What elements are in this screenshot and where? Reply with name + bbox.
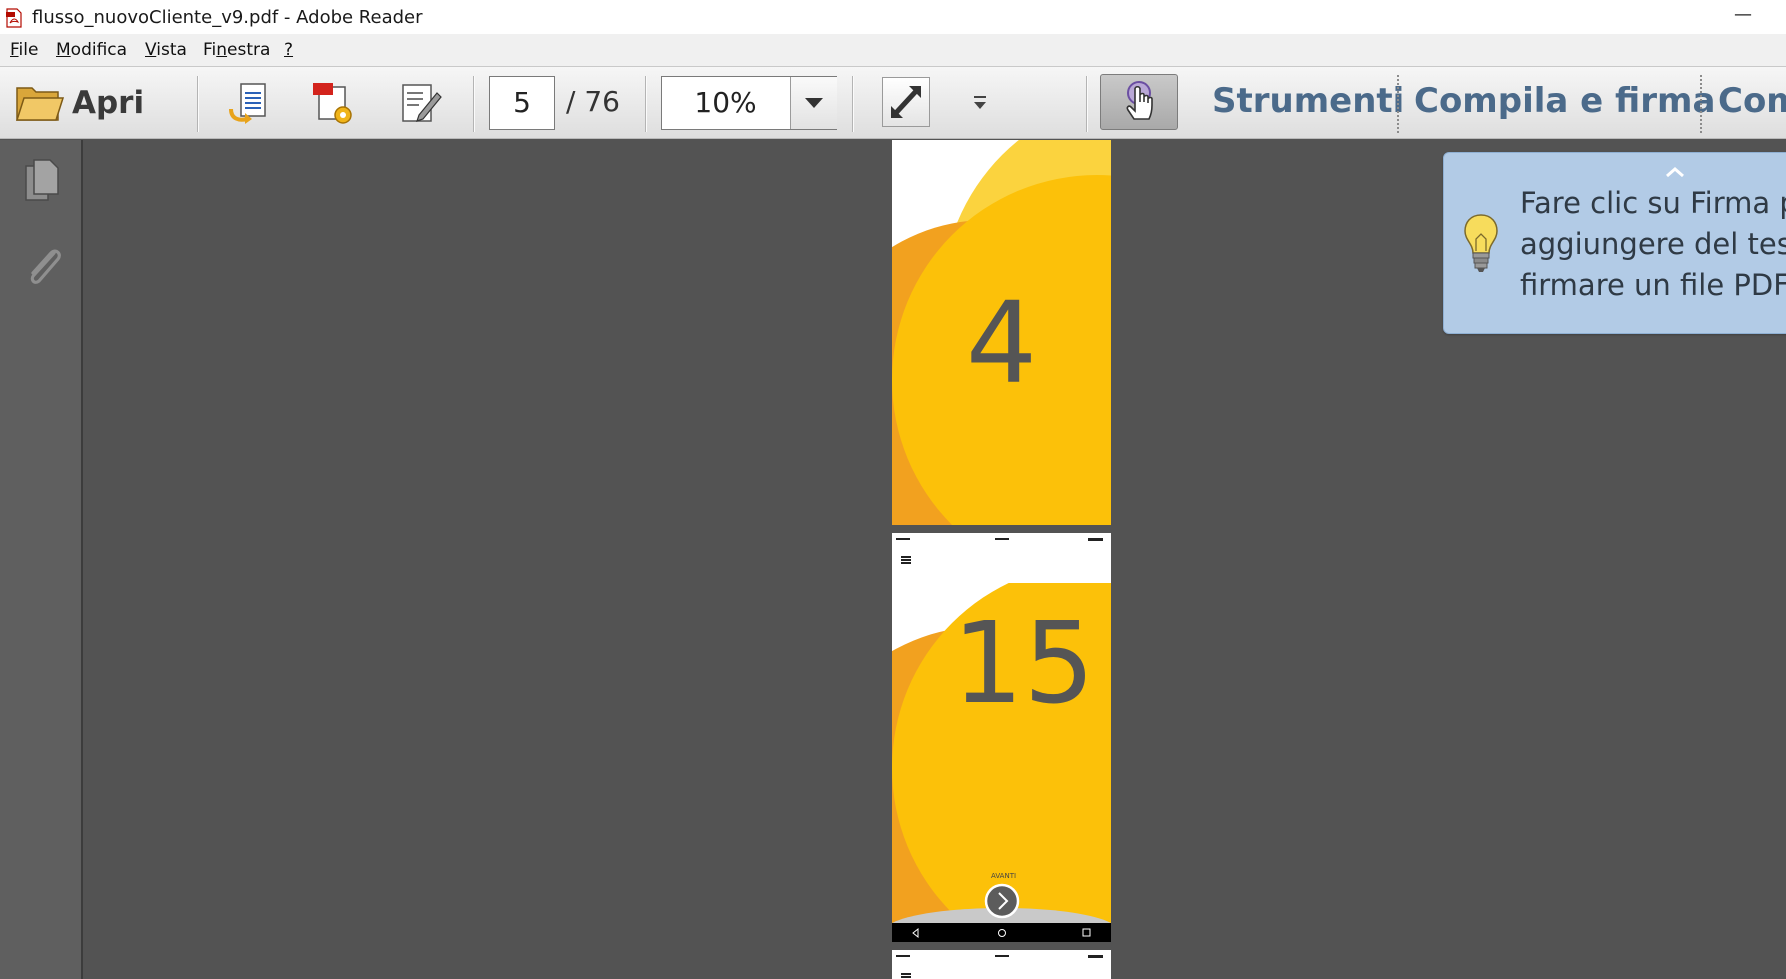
toolbar-separator xyxy=(197,76,198,132)
tooltip-line: aggiungere del testo xyxy=(1520,227,1786,261)
chevron-right-icon xyxy=(984,883,1020,919)
menu-file[interactable]: File xyxy=(10,40,38,60)
page-number-label: 15 xyxy=(952,599,1095,729)
menu-vista[interactable]: Vista xyxy=(145,40,187,60)
page-thumbnail xyxy=(892,950,1111,979)
tooltip-text: Fare clic su Firma pe aggiungere del tes… xyxy=(1520,183,1786,306)
tooltip-line: Fare clic su Firma pe xyxy=(1520,186,1786,220)
zoom-combobox[interactable]: 10% xyxy=(661,76,837,130)
toolbar-separator xyxy=(852,76,853,132)
page-illustration xyxy=(892,533,1111,942)
zoom-dropdown-button[interactable] xyxy=(790,77,837,129)
page-number-label: 4 xyxy=(965,279,1038,409)
fill-sign-tooltip[interactable]: Fare clic su Firma pe aggiungere del tes… xyxy=(1443,152,1786,334)
page-count: / 76 xyxy=(566,85,620,118)
navigation-pane xyxy=(0,140,83,979)
menu-help[interactable]: ? xyxy=(284,40,293,60)
more-tools-icon[interactable] xyxy=(971,93,989,113)
menu-bar: File Modifica Vista Finestra ? xyxy=(0,34,1786,66)
menu-finestra[interactable]: Finestra xyxy=(203,40,270,60)
read-mode-button[interactable] xyxy=(1100,74,1178,130)
fit-page-button[interactable] xyxy=(882,77,930,127)
lightbulb-icon xyxy=(1464,214,1498,272)
window-title: flusso_nuovoCliente_v9.pdf - Adobe Reade… xyxy=(32,7,423,28)
chevron-up-icon[interactable] xyxy=(1664,165,1686,179)
title-bar: flusso_nuovoCliente_v9.pdf - Adobe Reade… xyxy=(0,0,1786,34)
convert-to-pdf-icon[interactable] xyxy=(225,79,273,127)
fit-page-icon xyxy=(891,86,921,118)
toolbar-separator xyxy=(473,76,474,132)
open-label: Apri xyxy=(72,85,145,121)
comment-panel-button[interactable]: Com xyxy=(1718,81,1786,121)
pdf-file-icon xyxy=(6,8,22,28)
folder-icon xyxy=(15,87,64,121)
fill-sign-panel-button[interactable]: Compila e firma xyxy=(1414,81,1715,121)
menu-modifica[interactable]: Modifica xyxy=(56,40,127,60)
open-button[interactable]: Apri xyxy=(14,73,144,133)
page-thumbnail: 4 xyxy=(892,140,1111,525)
toolbar-separator xyxy=(645,76,646,132)
tooltip-line: firmare un file PDF. xyxy=(1520,268,1786,302)
panel-separator xyxy=(1700,75,1702,133)
toolbar-separator xyxy=(1086,76,1087,132)
panel-separator xyxy=(1397,75,1399,133)
page-thumbnails-icon[interactable] xyxy=(22,158,64,204)
minimize-button[interactable]: — xyxy=(1734,6,1752,26)
attachments-icon[interactable] xyxy=(22,243,64,289)
read-mode-hand-icon xyxy=(1126,81,1153,120)
zoom-value[interactable]: 10% xyxy=(662,77,789,129)
page-illustration xyxy=(892,950,1111,979)
toolbar: Apri 5 / 76 10% Strumenti Compila e firm… xyxy=(0,66,1786,139)
page-number-input[interactable]: 5 xyxy=(489,76,555,130)
page-avanti-label: AVANTI xyxy=(991,872,1017,880)
page-thumbnail: 15 AVANTI xyxy=(892,533,1111,942)
tools-panel-button[interactable]: Strumenti xyxy=(1212,81,1404,121)
create-pdf-icon[interactable] xyxy=(309,79,357,127)
edit-pdf-icon[interactable] xyxy=(397,79,445,127)
